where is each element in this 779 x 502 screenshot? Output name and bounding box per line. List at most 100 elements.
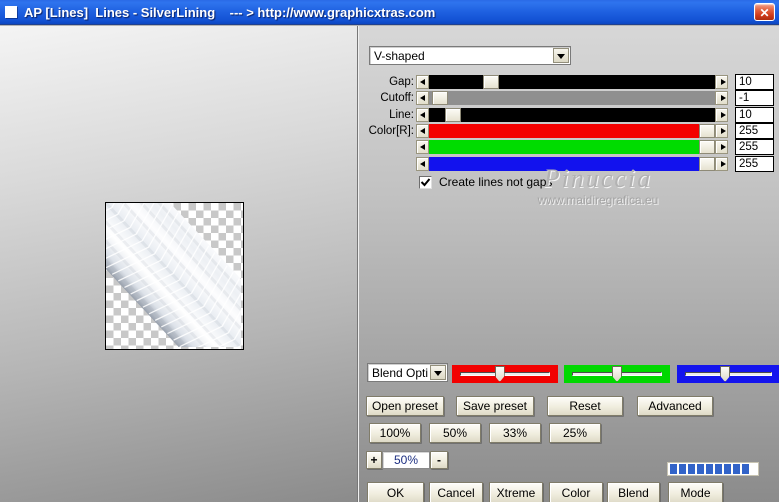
window-title: AP [Lines] Lines - SilverLining --- > ht… [24, 4, 436, 20]
slider-thumb-line[interactable] [445, 107, 462, 122]
button-100-[interactable]: 100% [369, 423, 421, 443]
button-xtreme[interactable]: Xtreme [489, 482, 543, 502]
slider-row-gap: Gap: 10 [359, 74, 779, 90]
trackbar-groove [460, 372, 550, 376]
scroll-left-icon[interactable] [416, 156, 429, 171]
preview-image [105, 202, 244, 350]
slider-cutoff[interactable] [416, 91, 728, 106]
check-icon [420, 177, 431, 186]
slider-thumb-color-r[interactable] [699, 123, 715, 138]
green-channel-trackbar[interactable] [564, 365, 670, 383]
slider-row-color-r: Color[R]: 255 [359, 122, 779, 139]
slider-value-cutoff[interactable]: -1 [735, 90, 774, 107]
slider-color-b[interactable] [416, 156, 728, 171]
button-open-preset[interactable]: Open preset [366, 396, 444, 416]
slider-row-color-b: 255 [359, 155, 779, 172]
slider-track-cutoff[interactable] [429, 91, 715, 106]
blue-channel-trackbar[interactable] [677, 365, 779, 383]
slider-thumb-cutoff[interactable] [431, 91, 448, 106]
plus-icon: + [370, 453, 378, 467]
client-area: V-shaped Gap: 10 Cutoff: -1 Line: 10 Color[R]:… [0, 26, 779, 502]
slider-label-color-r: Color[R]: [368, 124, 414, 137]
progress-segment [688, 464, 695, 474]
slider-value-color-b[interactable]: 255 [735, 155, 774, 172]
slider-value-color-r[interactable]: 255 [735, 122, 774, 139]
scroll-right-icon[interactable] [715, 107, 728, 122]
progress-segment [733, 464, 740, 474]
blend-options-select[interactable]: Blend Opti [367, 363, 448, 382]
scroll-right-icon[interactable] [715, 140, 728, 155]
zoom-in-button[interactable]: + [366, 451, 382, 469]
title-bar[interactable]: AP [Lines] Lines - SilverLining --- > ht… [0, 0, 779, 25]
slider-color-r[interactable] [416, 123, 728, 138]
slider-track-color-g[interactable] [429, 140, 715, 155]
blend-options-value: Blend Opti [372, 366, 429, 380]
slider-gap[interactable] [416, 75, 728, 89]
slider-row-line: Line: 10 [359, 106, 779, 123]
close-icon: ✕ [759, 6, 770, 20]
scroll-left-icon[interactable] [416, 107, 429, 122]
scroll-right-icon[interactable] [715, 156, 728, 171]
button-mode[interactable]: Mode [668, 482, 723, 502]
button-cancel[interactable]: Cancel [429, 482, 483, 502]
scroll-right-icon[interactable] [715, 75, 728, 89]
preview-panel [0, 26, 358, 502]
progress-segment [715, 464, 722, 474]
progress-segment [679, 464, 686, 474]
scroll-left-icon[interactable] [416, 75, 429, 89]
slider-row-cutoff: Cutoff: -1 [359, 90, 779, 107]
app-icon [5, 6, 17, 18]
button-reset[interactable]: Reset [547, 396, 623, 416]
shape-select[interactable]: V-shaped [369, 46, 571, 65]
slider-value-gap[interactable]: 10 [735, 74, 774, 90]
button-color[interactable]: Color [549, 482, 603, 502]
button-advanced[interactable]: Advanced [637, 396, 713, 416]
button-blend[interactable]: Blend [607, 482, 660, 502]
button-25-[interactable]: 25% [549, 423, 601, 443]
progress-segment [697, 464, 704, 474]
slider-track-gap[interactable] [429, 75, 715, 89]
zoom-level-value: 50% [382, 451, 430, 469]
trackbar-thumb[interactable] [612, 366, 622, 382]
button-33-[interactable]: 33% [489, 423, 541, 443]
slider-thumb-color-g[interactable] [699, 140, 715, 155]
scroll-left-icon[interactable] [416, 123, 429, 138]
chevron-down-icon[interactable] [553, 48, 569, 63]
slider-line[interactable] [416, 107, 728, 122]
slider-label-gap: Gap: [389, 76, 414, 88]
red-channel-trackbar[interactable] [452, 365, 558, 383]
button-save-preset[interactable]: Save preset [456, 396, 534, 416]
slider-value-color-g[interactable]: 255 [735, 139, 774, 156]
slider-row-color-g: 255 [359, 139, 779, 156]
zoom-out-button[interactable]: - [430, 451, 448, 469]
scroll-right-icon[interactable] [715, 123, 728, 138]
progress-segment [706, 464, 713, 474]
controls-panel: V-shaped Gap: 10 Cutoff: -1 Line: 10 Color[R]:… [358, 26, 779, 502]
button-ok[interactable]: OK [367, 482, 424, 502]
trackbar-thumb[interactable] [720, 366, 731, 382]
slider-color-g[interactable] [416, 140, 728, 155]
plugin-window: AP [Lines] Lines - SilverLining --- > ht… [0, 0, 779, 502]
create-lines-checkbox[interactable]: Create lines not gaps [419, 175, 552, 189]
slider-value-line[interactable]: 10 [735, 106, 774, 123]
slider-label-cutoff: Cutoff: [380, 92, 414, 105]
scroll-right-icon[interactable] [715, 91, 728, 106]
silver-band-pattern [106, 203, 241, 347]
slider-track-color-r[interactable] [429, 123, 715, 138]
chevron-down-icon[interactable] [430, 365, 446, 380]
shape-select-value: V-shaped [374, 49, 425, 63]
scroll-left-icon[interactable] [416, 140, 429, 155]
slider-track-line[interactable] [429, 107, 715, 122]
progress-segment [742, 464, 749, 474]
slider-label-line: Line: [389, 108, 414, 121]
checkbox-box[interactable] [419, 175, 432, 189]
trackbar-thumb[interactable] [494, 366, 505, 382]
slider-thumb-gap[interactable] [483, 75, 499, 89]
slider-thumb-color-b[interactable] [699, 156, 715, 171]
progress-segment [724, 464, 731, 474]
close-button[interactable]: ✕ [754, 3, 775, 21]
scroll-left-icon[interactable] [416, 91, 429, 106]
progress-segment [670, 464, 677, 474]
slider-track-color-b[interactable] [429, 156, 715, 171]
button-50-[interactable]: 50% [429, 423, 481, 443]
